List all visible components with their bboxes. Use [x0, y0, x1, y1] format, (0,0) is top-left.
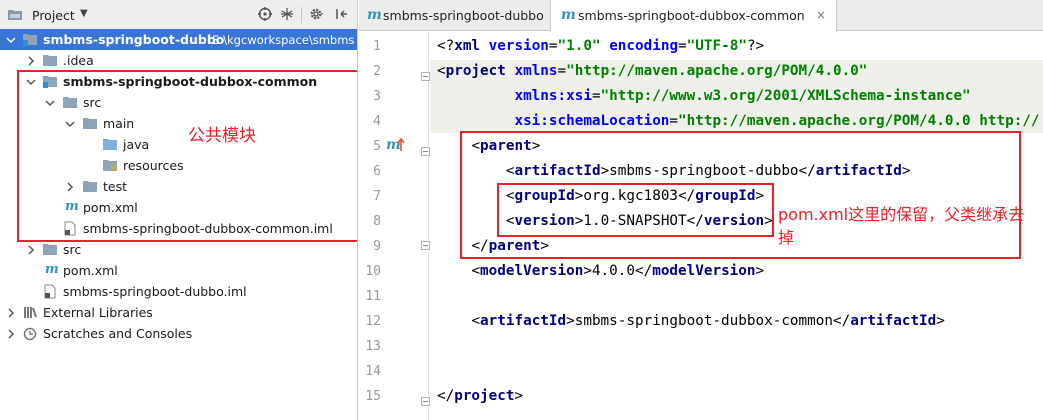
annotation-text-common-module: 公共模块 — [188, 126, 256, 146]
maven-icon: m — [367, 7, 382, 23]
annotation-text-parent-note: pom.xml这里的保留，父类继承去掉 — [778, 205, 1025, 247]
iml-file-icon — [44, 284, 56, 299]
svg-text:m: m — [386, 137, 401, 153]
line-number: 9 — [373, 239, 381, 254]
triangle-down-icon[interactable]: ▼ — [80, 8, 88, 19]
chevron-right-icon[interactable] — [6, 329, 16, 339]
close-icon[interactable]: × — [816, 8, 826, 22]
line-number-gutter: 1 2 3 4 5 6 7 8 9 10 11 12 13 14 15 m — [359, 32, 430, 420]
line-number: 3 — [373, 89, 381, 104]
project-panel-header: Project ▼ — [0, 0, 357, 30]
tab-common-pom[interactable]: m smbms-springboot-dubbox-common × — [550, 0, 837, 32]
collapse-all-icon[interactable] — [279, 6, 295, 22]
project-tool-window: Project ▼ smbms-springboot-dubbo E:\kgcw… — [0, 0, 358, 420]
module-folder-icon — [23, 34, 37, 46]
tree-item-label: pom.xml — [63, 263, 118, 278]
line-number: 2 — [373, 64, 381, 79]
fold-marker[interactable] — [421, 397, 430, 406]
code-line-3: xmlns:xsi="http://www.w3.org/2001/XMLSch… — [514, 88, 971, 104]
tree-item-root-pom[interactable]: m pom.xml — [0, 260, 357, 281]
line-number: 7 — [373, 189, 381, 204]
fold-marker[interactable] — [421, 72, 430, 81]
hide-panel-icon[interactable] — [333, 6, 349, 22]
tree-item-idea[interactable]: .idea — [0, 50, 357, 71]
chevron-right-icon[interactable] — [26, 245, 36, 255]
code-line-12: <artifactId>smbms-springboot-dubbox-comm… — [471, 313, 945, 329]
tab-label: smbms-springboot-dubbox-common — [578, 8, 805, 23]
libraries-icon — [24, 307, 37, 318]
header-separator — [301, 7, 302, 23]
chevron-right-icon[interactable] — [26, 56, 36, 66]
line-number: 11 — [365, 289, 381, 304]
line-number: 14 — [365, 364, 381, 379]
project-panel-title[interactable]: Project — [32, 8, 75, 23]
line-number: 6 — [373, 164, 381, 179]
tree-item-scratches[interactable]: Scratches and Consoles — [0, 323, 357, 344]
scratches-icon — [23, 327, 37, 341]
crosshair-target-icon[interactable] — [257, 6, 273, 22]
fold-marker[interactable] — [421, 241, 430, 250]
tree-item-root-src[interactable]: src — [0, 239, 357, 260]
tree-item-label: src — [63, 242, 82, 257]
tree-item-root-module[interactable]: smbms-springboot-dubbo E:\kgcworkspace\s… — [0, 29, 357, 50]
editor-tab-bar: m smbms-springboot-dubbo m smbms-springb… — [359, 0, 1043, 32]
project-folder-icon — [8, 10, 22, 20]
line-number: 5 — [373, 139, 381, 154]
folder-icon — [43, 244, 57, 255]
code-line-15: </project> — [437, 388, 524, 404]
code-line-2: <project xmlns="http://maven.apache.org/… — [437, 63, 868, 79]
maven-icon: m — [561, 7, 576, 23]
line-number: 10 — [365, 264, 381, 279]
chevron-down-icon[interactable] — [6, 35, 16, 45]
chevron-right-icon[interactable] — [6, 308, 16, 318]
line-number: 15 — [365, 389, 381, 404]
code-line-1: <?xml version="1.0" encoding="UTF-8"?> — [437, 38, 765, 54]
tree-item-external-libraries[interactable]: External Libraries — [0, 302, 357, 323]
tab-label: smbms-springboot-dubbo — [383, 8, 544, 23]
override-arrow-icon[interactable]: m — [386, 135, 406, 153]
tree-item-label: Scratches and Consoles — [43, 326, 193, 341]
line-number: 8 — [373, 214, 381, 229]
gear-icon[interactable] — [309, 6, 325, 22]
tree-item-label: smbms-springboot-dubbo — [43, 32, 225, 47]
fold-marker[interactable] — [421, 147, 430, 156]
line-number: 1 — [373, 39, 381, 54]
tree-item-label: .idea — [63, 53, 94, 68]
maven-icon: m — [45, 262, 59, 277]
tree-item-root-iml[interactable]: smbms-springboot-dubbo.iml — [0, 281, 357, 302]
tree-item-path: E:\kgcworkspace\smbms — [212, 33, 355, 47]
line-number: 12 — [365, 314, 381, 329]
line-number: 13 — [365, 339, 381, 354]
tab-root-pom[interactable]: m smbms-springboot-dubbo — [359, 0, 550, 31]
code-line-10: <modelVersion>4.0.0</modelVersion> — [471, 263, 765, 279]
tree-item-label: External Libraries — [43, 305, 153, 320]
annotation-box-common-module — [17, 70, 357, 242]
line-number: 4 — [373, 114, 381, 129]
tree-item-label: smbms-springboot-dubbo.iml — [63, 284, 247, 299]
folder-icon — [43, 55, 57, 66]
annotation-box-group-version — [497, 183, 774, 237]
